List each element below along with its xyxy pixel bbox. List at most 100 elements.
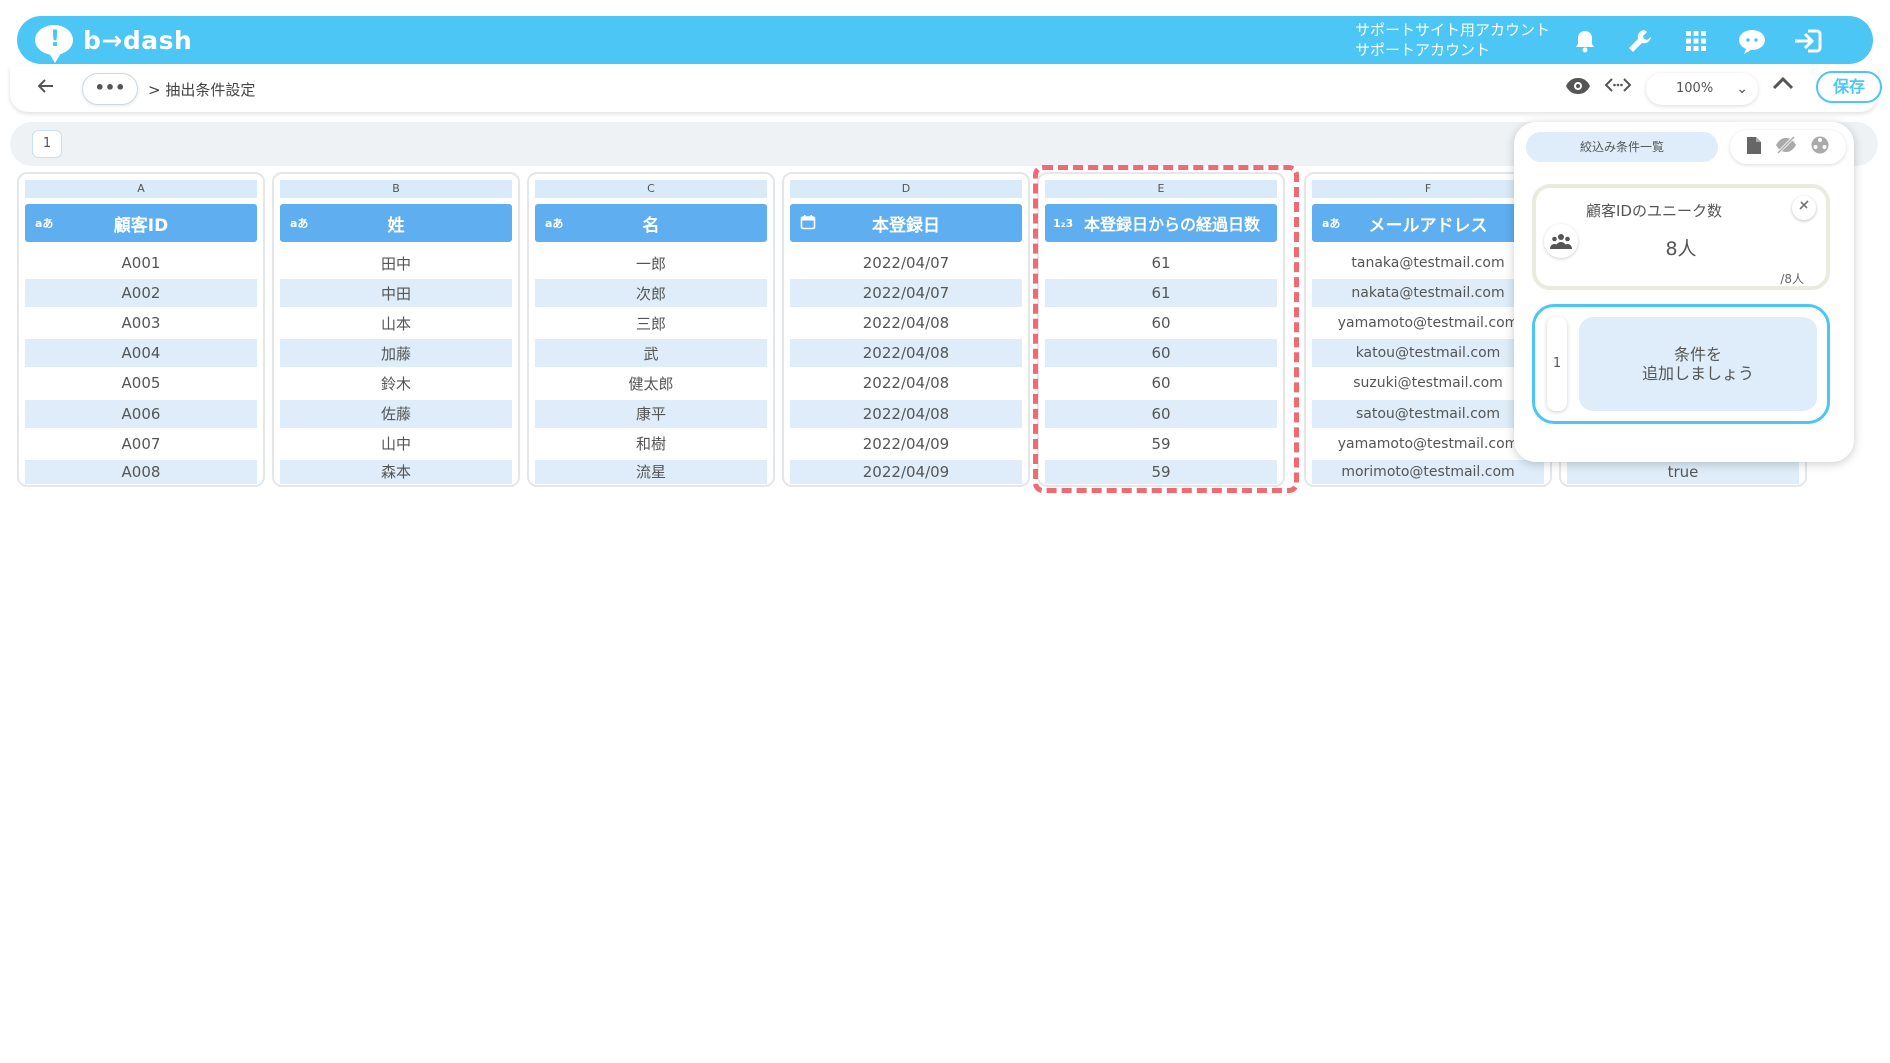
column-letter: F [1312,180,1544,198]
table-cell: A003 [121,314,161,333]
column-c[interactable]: C aあ 名 一郎 次郎 三郎 武 健太郎 康平 和樹 流星 [527,172,775,487]
breadcrumb: > 抽出条件設定 [148,81,256,99]
table-cell: 山中 [380,435,411,454]
unpin-icon[interactable] [1792,196,1816,220]
code-icon[interactable] [1604,77,1632,97]
column-header-label: 顧客ID [113,215,169,236]
eye-off-icon[interactable] [1775,135,1797,158]
unique-count-value: 8人 [1665,238,1697,260]
table-cell: A002 [25,279,257,308]
save-button[interactable]: 保存 [1816,71,1882,103]
add-condition-line-1: 条件を [1673,345,1722,364]
calendar-icon [800,214,816,233]
add-condition-button[interactable]: 条件を 追加しましょう [1579,317,1817,411]
table-cell: 60 [1045,339,1277,368]
panel-toolbar [1730,130,1846,164]
table-cell: 武 [535,339,767,368]
zoom-value: 100% [1676,81,1714,96]
table-cell: nakata@testmail.com [1312,279,1544,308]
table-cell: yamamoto@testmail.com [1337,435,1519,452]
column-header-label: 名 [642,215,660,236]
column-header[interactable]: aあ 顧客ID [25,204,257,242]
table-cell: satou@testmail.com [1312,399,1544,428]
table-cell: 次郎 [535,279,767,308]
eye-icon[interactable] [1565,77,1591,99]
settings-icon[interactable] [1810,135,1830,159]
table-cell: 59 [1151,434,1171,453]
table-cell: A006 [25,399,257,428]
column-e[interactable]: E 1₂3 本登録日からの経過日数 61 61 60 60 60 60 59 5… [1037,172,1285,487]
table-cell: 61 [1151,254,1171,273]
table-cell: 2022/04/08 [790,339,1022,368]
chevron-up-icon[interactable] [1772,74,1794,95]
table-cell: 佐藤 [280,399,512,428]
table-cell: yamamoto@testmail.com [1337,315,1519,332]
logo[interactable]: b→dash [35,22,193,63]
column-letter: A [25,180,257,198]
column-b[interactable]: B aあ 姓 田中 中田 山本 加藤 鈴木 佐藤 山中 森本 [272,172,520,487]
unique-count-total: /8人 [1780,272,1804,286]
column-header-label: 本登録日からの経過日数 [1083,215,1260,234]
document-icon[interactable] [1746,136,1762,159]
column-header[interactable]: 本登録日 [790,204,1022,242]
filter-list-tab[interactable]: 絞込み条件一覧 [1526,132,1718,162]
table-cell: 61 [1045,279,1277,308]
text-type-icon: aあ [35,217,54,230]
table-cell: 和樹 [635,435,666,454]
account-info[interactable]: サポートサイト用アカウント サポートアカウント [1355,20,1550,60]
table-cell: 2022/04/08 [790,399,1022,428]
table-cell: 2022/04/07 [862,254,950,273]
logo-bubble-icon [35,25,73,63]
table-cell: 加藤 [280,339,512,368]
grid-icon[interactable] [1681,26,1711,56]
table-cell: 森本 [280,459,512,484]
table-cell: A001 [121,254,161,273]
column-letter: B [280,180,512,198]
back-arrow-icon[interactable] [37,77,54,98]
table-cell: suzuki@testmail.com [1353,375,1503,392]
breadcrumb-more-button[interactable]: ••• [82,73,138,105]
condition-index[interactable]: 1 [1547,317,1567,411]
page-tab-1[interactable]: 1 [32,130,62,158]
table-cell: 流星 [535,459,767,484]
table-cell: 2022/04/09 [862,434,950,453]
table-cell: 三郎 [635,314,666,333]
column-header-label: 本登録日 [872,215,940,236]
table-cell: tanaka@testmail.com [1351,255,1505,272]
column-header[interactable]: aあ 姓 [280,204,512,242]
text-type-icon: aあ [290,217,309,230]
table-cell: true [1567,459,1799,484]
bell-icon[interactable] [1570,26,1600,56]
table-cell: 中田 [280,279,512,308]
table-cell: katou@testmail.com [1312,339,1544,368]
wrench-icon[interactable] [1625,26,1655,56]
account-line-2: サポートアカウント [1355,41,1491,59]
add-condition-line-2: 追加しましょう [1641,364,1754,383]
table-cell: 田中 [380,254,411,273]
logo-text: b→dash [83,25,193,55]
table-cell: morimoto@testmail.com [1312,459,1544,484]
column-d[interactable]: D 本登録日 2022/04/07 2022/04/07 2022/04/08 … [782,172,1030,487]
card-title: 顧客IDのユニーク数 [1586,202,1722,220]
table-cell: 60 [1151,314,1171,333]
table-cell: 2022/04/08 [862,374,950,393]
table-cell: 2022/04/07 [790,279,1022,308]
support-chat-icon[interactable] [1737,26,1767,56]
column-header-label: 姓 [387,215,405,236]
logout-icon[interactable] [1793,26,1823,56]
column-a[interactable]: A aあ 顧客ID A001 A002 A003 A004 A005 A006 … [17,172,265,487]
table-cell: 鈴木 [380,374,411,393]
column-header[interactable]: 1₂3 本登録日からの経過日数 [1045,204,1277,242]
unique-count-card[interactable]: 顧客IDのユニーク数 8人 /8人 [1532,184,1830,290]
column-letter: C [535,180,767,198]
table-cell: 60 [1045,399,1277,428]
table-cell: A008 [25,459,257,484]
table-cell: 2022/04/09 [790,459,1022,484]
table-cell: A005 [121,374,161,393]
table-cell: A007 [121,434,161,453]
column-header[interactable]: aあ 名 [535,204,767,242]
account-line-1: サポートサイト用アカウント [1355,21,1551,39]
column-header[interactable]: aあ メールアドレス [1312,204,1544,242]
zoom-select[interactable]: 100% ⌄ [1646,73,1758,105]
column-header-label: メールアドレス [1368,215,1488,236]
